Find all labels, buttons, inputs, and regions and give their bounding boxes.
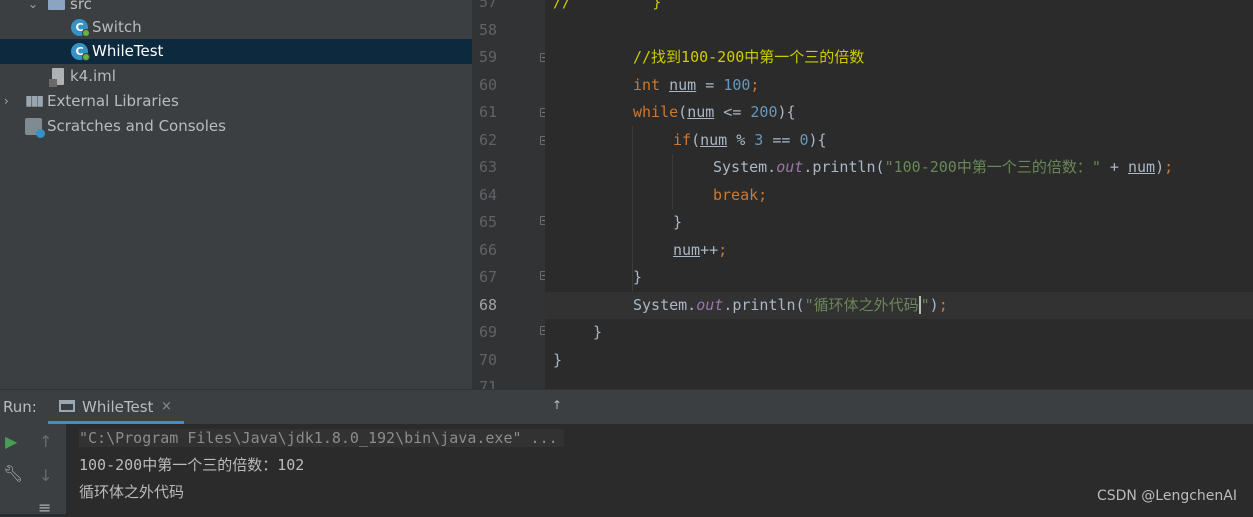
console-line: "C:\Program Files\Java\jdk1.8.0_192\bin\… xyxy=(79,425,564,452)
folder-icon xyxy=(48,0,65,10)
console-command: "C:\Program Files\Java\jdk1.8.0_192\bin\… xyxy=(79,429,564,447)
mouse-cursor-icon: ↑ xyxy=(552,398,562,412)
run-panel-header: Run: WhileTest × ↑ xyxy=(0,389,1253,424)
line-number: 67 xyxy=(473,264,497,292)
indent-guide xyxy=(672,154,673,209)
tree-item-whiletest[interactable]: C WhileTest xyxy=(0,39,472,64)
run-icon[interactable]: ▶ xyxy=(5,434,17,450)
down-arrow-icon[interactable]: ↓ xyxy=(39,468,52,484)
run-toolbar: ▶ ↑ 🔧︎ ↓ ≡ xyxy=(0,424,66,514)
line-number: 71 xyxy=(473,374,497,389)
scratches-icon xyxy=(25,118,42,135)
code-line-65: } xyxy=(673,209,682,237)
line-number: 70 xyxy=(473,347,497,375)
line-number-current: 68 xyxy=(473,292,497,320)
code-line-57: // } xyxy=(553,0,661,17)
tree-item-scratches[interactable]: Scratches and Consoles xyxy=(0,114,472,139)
java-class-icon: C xyxy=(71,43,88,60)
code-line-63: System.out.println("100-200中第一个三的倍数：" + … xyxy=(713,154,1173,182)
code-line-60: int num = 100; xyxy=(633,72,759,100)
code-line-67: } xyxy=(633,264,642,292)
tree-item-label: WhileTest xyxy=(92,39,163,64)
line-number: 69 xyxy=(473,319,497,347)
line-number: 64 xyxy=(473,182,497,210)
library-icon: ▮▮▮ xyxy=(25,93,42,110)
up-arrow-icon[interactable]: ↑ xyxy=(39,434,52,450)
line-number: 65 xyxy=(473,209,497,237)
project-tool-window: ⌄ src C Switch C WhileTest k4.iml › ▮▮▮ … xyxy=(0,0,473,389)
console-window-icon xyxy=(59,400,75,412)
tree-item-k4-iml[interactable]: k4.iml xyxy=(0,64,472,89)
code-line-68: System.out.println("循环体之外代码"); xyxy=(633,292,948,320)
run-panel-label: Run: xyxy=(3,390,37,425)
tree-item-switch[interactable]: C Switch xyxy=(0,15,472,40)
line-number: 66 xyxy=(473,237,497,265)
code-line-62: if(num % 3 == 0){ xyxy=(673,127,827,155)
tree-item-label: Switch xyxy=(92,15,142,40)
line-number: 57 xyxy=(473,0,497,17)
code-line-70: } xyxy=(553,347,562,375)
wrench-icon[interactable]: 🔧︎ xyxy=(3,466,23,482)
run-tab-whiletest[interactable]: WhileTest × xyxy=(48,390,184,424)
code-line-61: while(num <= 200){ xyxy=(633,99,796,127)
module-file-icon xyxy=(52,68,64,85)
line-number: 60 xyxy=(473,72,497,100)
tree-item-label: External Libraries xyxy=(47,89,179,114)
java-class-icon: C xyxy=(71,19,88,36)
code-line-64: break; xyxy=(713,182,767,210)
close-icon[interactable]: × xyxy=(161,390,172,424)
line-number: 62 xyxy=(473,127,497,155)
line-number: 61 xyxy=(473,99,497,127)
tree-item-label: k4.iml xyxy=(70,64,116,89)
editor-gutter[interactable]: 57 58 59 60 61 62 63 64 65 66 67 68 69 7… xyxy=(473,0,545,389)
code-line-59: //找到100-200中第一个三的倍数 xyxy=(633,44,864,72)
line-number: 59 xyxy=(473,44,497,72)
code-line-69: } xyxy=(593,319,602,347)
code-editor[interactable]: // } //找到100-200中第一个三的倍数 int num = 100; … xyxy=(545,0,1253,389)
line-number: 58 xyxy=(473,17,497,45)
run-tab-title: WhileTest xyxy=(82,390,153,424)
chevron-right-icon[interactable]: › xyxy=(4,89,9,114)
watermark: CSDN @LengchenAI xyxy=(1097,488,1237,504)
tree-item-external-libraries[interactable]: › ▮▮▮ External Libraries xyxy=(0,89,472,114)
line-number: 63 xyxy=(473,154,497,182)
run-console[interactable]: "C:\Program Files\Java\jdk1.8.0_192\bin\… xyxy=(66,424,1253,514)
console-line: 100-200中第一个三的倍数：102 xyxy=(79,452,304,479)
console-line: 循环体之外代码 xyxy=(79,479,184,506)
code-line-66: num++; xyxy=(673,237,727,265)
tree-item-label: Scratches and Consoles xyxy=(47,114,226,139)
